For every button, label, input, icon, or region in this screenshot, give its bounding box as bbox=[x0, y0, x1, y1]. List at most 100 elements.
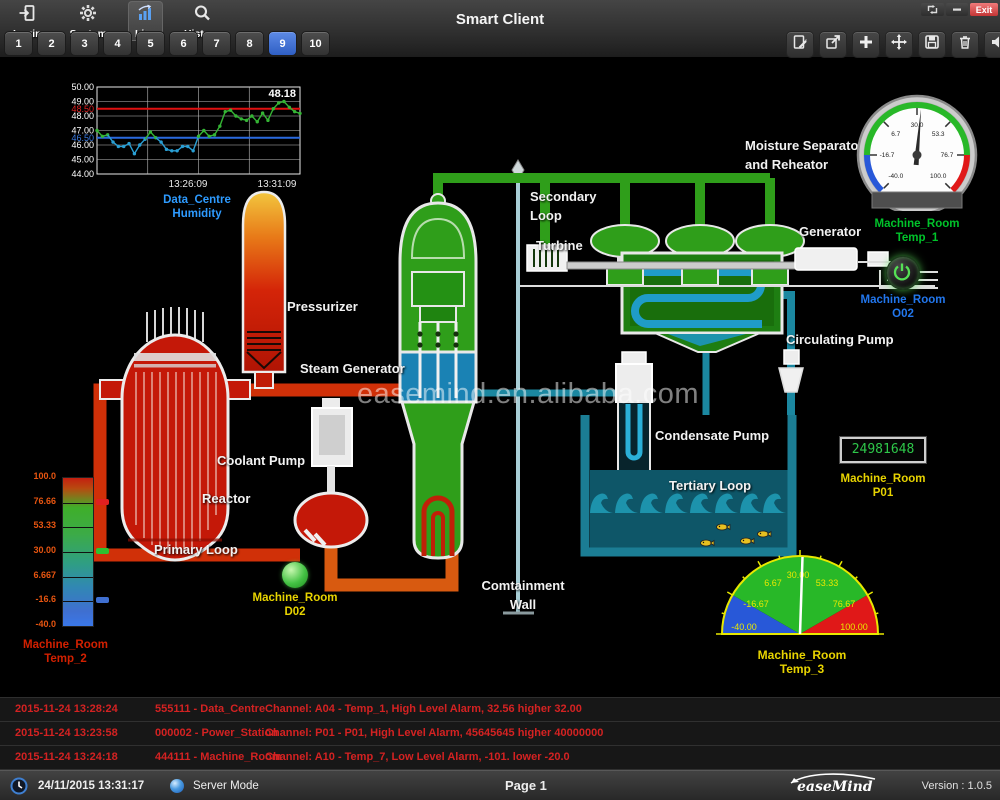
svg-text:76.7: 76.7 bbox=[941, 152, 954, 159]
trend-caption: Data_Centre Humidity bbox=[127, 193, 267, 221]
export-button[interactable] bbox=[819, 31, 847, 58]
value-marker bbox=[96, 548, 109, 554]
indicator-d02-caption: Machine_Room D02 bbox=[250, 591, 340, 619]
digital-display-p01: 24981648 Machine_Room P01 bbox=[828, 437, 938, 500]
edit-page-button[interactable] bbox=[786, 31, 814, 58]
alarm-message: Channel: A10 - Temp_7, Low Level Alarm, … bbox=[265, 746, 570, 769]
tab-3[interactable]: 3 bbox=[70, 31, 99, 56]
bar-scale-tick: 53.33 bbox=[8, 520, 56, 530]
alarm-source: 444111 - Machine_Room bbox=[155, 746, 282, 769]
label-steam-generator: Steam Generator bbox=[300, 359, 405, 378]
move-icon bbox=[891, 34, 907, 55]
bar-gauge-temp2: 100.0 76.66 53.33 30.00 6.667 -16.6 -40.… bbox=[8, 470, 123, 670]
tab-4[interactable]: 4 bbox=[103, 31, 132, 56]
svg-text:53.33: 53.33 bbox=[816, 578, 839, 588]
status-datetime: 24/11/2015 13:31:17 bbox=[38, 771, 144, 800]
brand-logo: easeMind bbox=[787, 776, 882, 796]
tab-6[interactable]: 6 bbox=[169, 31, 198, 56]
title-bar: Smart Client Login System Live bbox=[0, 0, 1000, 58]
indicator-d02: Machine_Room D02 bbox=[250, 562, 340, 619]
app-title: Smart Client bbox=[456, 11, 544, 28]
tab-5[interactable]: 5 bbox=[136, 31, 165, 56]
svg-text:-40.00: -40.00 bbox=[731, 622, 757, 632]
label-turbine: Turbine bbox=[536, 236, 583, 255]
coolant-pump-graphic bbox=[295, 398, 367, 547]
power-widget-o02: Machine_Room O02 bbox=[853, 256, 953, 321]
svg-text:76.67: 76.67 bbox=[833, 599, 856, 609]
bar-scale-tick: -40.0 bbox=[8, 619, 56, 629]
alarm-message: Channel: A04 - Temp_1, High Level Alarm,… bbox=[265, 698, 582, 721]
restore-button[interactable] bbox=[921, 3, 944, 16]
add-button[interactable] bbox=[852, 31, 880, 58]
alarm-row[interactable]: 2015-11-24 13:23:58 000002 - Power_Stati… bbox=[0, 722, 1000, 746]
server-mode-label: Server Mode bbox=[193, 771, 259, 800]
server-mode-icon bbox=[170, 779, 184, 793]
trend-chart-humidity: 50.00 49.00 48.00 47.00 46.00 45.00 44.0… bbox=[50, 83, 305, 225]
gear-icon bbox=[79, 4, 97, 27]
toolbar bbox=[786, 31, 1000, 58]
circulating-pump-graphic bbox=[779, 350, 803, 392]
alarm-row[interactable]: 2015-11-24 13:24:18 444111 - Machine_Roo… bbox=[0, 746, 1000, 770]
page-tabs: 1 2 3 4 5 6 7 8 9 10 bbox=[4, 31, 330, 56]
svg-text:30.00: 30.00 bbox=[787, 570, 810, 580]
label-circulating-pump: Circulating Pump bbox=[786, 330, 894, 349]
condensate-pump-graphic bbox=[616, 352, 652, 472]
label-moisture-separator: Moisture Separator and Reheator bbox=[745, 136, 863, 174]
svg-text:-16.67: -16.67 bbox=[743, 599, 769, 609]
gauge-temp1-caption: Machine_Room Temp_1 bbox=[852, 217, 982, 245]
tab-1[interactable]: 1 bbox=[4, 31, 33, 56]
minimize-icon bbox=[952, 1, 962, 19]
login-icon bbox=[18, 4, 36, 27]
label-condensate-pump: Condensate Pump bbox=[655, 426, 769, 445]
exit-label: Exit bbox=[976, 5, 993, 15]
svg-text:45.00: 45.00 bbox=[71, 155, 94, 165]
trend-current-value: 48.18 bbox=[268, 88, 296, 100]
low-setpoint-marker bbox=[96, 597, 109, 603]
gauge-machine-room-temp3: -40.00 -16.67 6.67 30.00 53.33 76.67 100… bbox=[712, 546, 892, 676]
svg-text:44.00: 44.00 bbox=[71, 169, 94, 179]
label-coolant-pump: Coolant Pump bbox=[217, 451, 305, 470]
high-alarm-label: 48.50 bbox=[71, 104, 94, 114]
version-label: Version : 1.0.5 bbox=[922, 771, 992, 800]
label-primary-loop: Primary Loop bbox=[154, 540, 238, 559]
svg-text:50.00: 50.00 bbox=[71, 83, 94, 92]
smart-client-window: Smart Client Login System Live bbox=[0, 0, 1000, 800]
label-pressurizer: Pressurizer bbox=[287, 297, 358, 316]
delete-button[interactable] bbox=[951, 31, 979, 58]
label-secondary-loop: Secondary Loop bbox=[530, 187, 596, 225]
bar-temp2-caption: Machine_Room Temp_2 bbox=[8, 638, 123, 666]
bar-scale-tick: -16.6 bbox=[8, 594, 56, 604]
alarm-time: 2015-11-24 13:24:18 bbox=[15, 746, 118, 769]
speaker-icon bbox=[990, 34, 1000, 55]
trend-xtick-end: 13:31:09 bbox=[258, 179, 297, 190]
alarm-row[interactable]: 2015-11-24 13:28:24 555111 - Data_Centre… bbox=[0, 698, 1000, 722]
tab-8[interactable]: 8 bbox=[235, 31, 264, 56]
gauge-machine-room-temp1: -40.0 -16.7 6.7 30.0 53.3 76.7 100.0 Mac… bbox=[852, 93, 982, 245]
brand-name: easeMind bbox=[797, 779, 873, 795]
tab-9[interactable]: 9 bbox=[268, 31, 297, 56]
move-button[interactable] bbox=[885, 31, 913, 58]
sound-button[interactable] bbox=[984, 31, 1000, 58]
tab-2[interactable]: 2 bbox=[37, 31, 66, 56]
bar-scale-tick: 6.667 bbox=[8, 570, 56, 580]
bar-scale-tick: 76.66 bbox=[8, 496, 56, 506]
exit-button[interactable]: Exit bbox=[970, 3, 998, 16]
svg-text:-16.7: -16.7 bbox=[880, 152, 895, 159]
alarm-source: 555111 - Data_Centre bbox=[155, 698, 265, 721]
power-button-icon[interactable] bbox=[886, 256, 920, 290]
save-button[interactable] bbox=[918, 31, 946, 58]
tab-10[interactable]: 10 bbox=[301, 31, 330, 56]
svg-text:100.00: 100.00 bbox=[840, 622, 868, 632]
alarm-time: 2015-11-24 13:23:58 bbox=[15, 722, 118, 745]
power-o02-caption: Machine_Room O02 bbox=[853, 293, 953, 321]
tab-7[interactable]: 7 bbox=[202, 31, 231, 56]
bar-gauge-column bbox=[62, 477, 94, 627]
bar-scale-tick: 30.00 bbox=[8, 545, 56, 555]
digital-value: 24981648 bbox=[840, 437, 926, 463]
minimize-button[interactable] bbox=[946, 3, 968, 16]
status-bar: 24/11/2015 13:31:17 Server Mode Page 1 e… bbox=[0, 770, 1000, 800]
live-chart-icon bbox=[136, 4, 154, 27]
alarm-time: 2015-11-24 13:28:24 bbox=[15, 698, 118, 721]
svg-text:53.3: 53.3 bbox=[932, 131, 945, 138]
high-setpoint-marker bbox=[96, 499, 109, 505]
